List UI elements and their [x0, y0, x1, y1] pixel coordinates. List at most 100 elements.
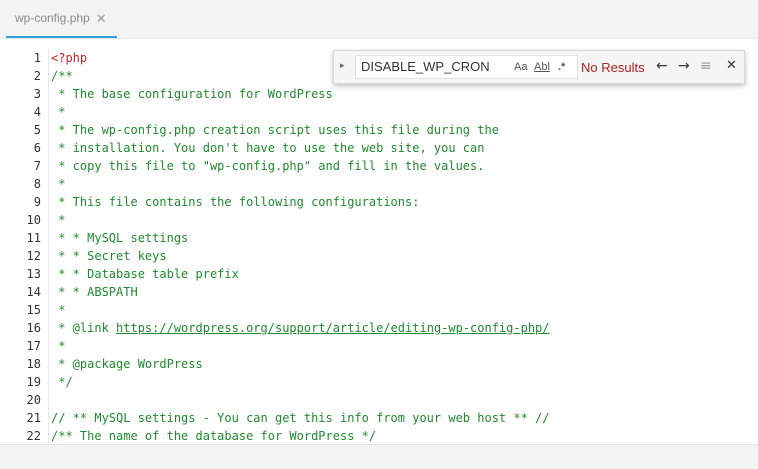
- code-line[interactable]: 10 *: [0, 211, 758, 229]
- gutter-divider: [48, 49, 49, 444]
- status-bar: [0, 444, 758, 469]
- find-in-selection-icon[interactable]: ≡: [700, 58, 712, 74]
- code-text: * * Secret keys: [51, 247, 167, 265]
- find-widget: ▸ DISABLE_WP_CRON Aa Abl .* No Results ←…: [333, 50, 745, 84]
- code-token: * The base configuration for WordPress: [51, 87, 333, 101]
- code-line[interactable]: 20: [0, 391, 758, 409]
- code-token: *: [51, 303, 66, 317]
- line-number: 16: [26, 321, 41, 335]
- code-line[interactable]: 11 * * MySQL settings: [0, 229, 758, 247]
- whole-word-icon[interactable]: Abl: [534, 61, 550, 73]
- line-number: 18: [26, 357, 41, 371]
- line-number: 3: [33, 87, 41, 101]
- code-line[interactable]: 17 *: [0, 337, 758, 355]
- line-number: 12: [26, 249, 41, 263]
- code-line[interactable]: 16 * @link https://wordpress.org/support…: [0, 319, 758, 337]
- code-text: <?php: [51, 49, 87, 67]
- line-number: 13: [26, 267, 41, 281]
- code-line[interactable]: 19 */: [0, 373, 758, 391]
- line-number: 7: [33, 159, 41, 173]
- code-token: * * Database table prefix: [51, 267, 239, 281]
- code-text: * The base configuration for WordPress: [51, 85, 333, 103]
- code-token: * This file contains the following confi…: [51, 195, 420, 209]
- line-number: 10: [26, 213, 41, 227]
- code-link[interactable]: https://wordpress.org/support/article/ed…: [116, 321, 549, 335]
- code-text: * @link https://wordpress.org/support/ar…: [51, 319, 549, 337]
- line-number: 6: [33, 141, 41, 155]
- line-number: 17: [26, 339, 41, 353]
- line-number: 20: [26, 393, 41, 407]
- code-line[interactable]: 22 /** The name of the database for WordP…: [0, 427, 758, 444]
- code-line[interactable]: 7 * copy this file to "wp-config.php" an…: [0, 157, 758, 175]
- tab-close-icon[interactable]: ✕: [96, 12, 107, 25]
- code-line[interactable]: 12 * * Secret keys: [0, 247, 758, 265]
- code-text: *: [51, 175, 65, 193]
- code-line[interactable]: 9 * This file contains the following con…: [0, 193, 758, 211]
- toggle-replace-icon[interactable]: ▸: [340, 60, 345, 71]
- code-token: *: [51, 177, 66, 191]
- match-case-icon[interactable]: Aa: [514, 61, 527, 73]
- line-number: 5: [33, 123, 41, 137]
- code-line[interactable]: 13 * * Database table prefix: [0, 265, 758, 283]
- code-token: * * MySQL settings: [51, 231, 189, 245]
- code-token: // ** MySQL settings - You can get this …: [51, 411, 550, 425]
- code-text: */: [51, 373, 73, 391]
- line-number: 9: [33, 195, 41, 209]
- tab-bar: wp-config.php ✕: [0, 0, 758, 38]
- code-token: *: [51, 213, 66, 227]
- code-text: * * MySQL settings: [51, 229, 188, 247]
- close-find-icon[interactable]: ✕: [726, 58, 737, 73]
- code-text: * * ABSPATH: [51, 283, 138, 301]
- code-token: */: [51, 375, 73, 389]
- code-token: * * Secret keys: [51, 249, 167, 263]
- code-editor[interactable]: 1 <?php 2 /** 3 * The base configuration for…: [0, 49, 758, 444]
- code-token: /**: [51, 69, 73, 83]
- previous-match-icon[interactable]: ←: [656, 58, 668, 74]
- line-number: 2: [33, 69, 41, 83]
- line-number: 21: [26, 411, 41, 425]
- code-token: /** The name of the database for WordPre…: [51, 429, 377, 443]
- code-token: * @link: [51, 321, 117, 335]
- code-text: * * Database table prefix: [51, 265, 239, 283]
- code-text: // ** MySQL settings - You can get this …: [51, 409, 550, 427]
- tab-wp-config[interactable]: wp-config.php ✕: [6, 0, 117, 38]
- code-line[interactable]: 3 * The base configuration for WordPress: [0, 85, 758, 103]
- code-text: *: [51, 103, 65, 121]
- code-text: /** The name of the database for WordPre…: [51, 427, 376, 444]
- code-text: * The wp-config.php creation script uses…: [51, 121, 499, 139]
- code-line[interactable]: 15 *: [0, 301, 758, 319]
- code-text: * This file contains the following confi…: [51, 193, 419, 211]
- line-number: 8: [33, 177, 41, 191]
- code-text: *: [51, 211, 65, 229]
- next-match-icon[interactable]: →: [678, 58, 690, 74]
- code-text: * installation. You don't have to use th…: [51, 139, 484, 157]
- find-status: No Results: [581, 60, 645, 75]
- line-number: 11: [26, 231, 41, 245]
- code-token: * * ABSPATH: [51, 285, 138, 299]
- code-token: * The wp-config.php creation script uses…: [51, 123, 499, 137]
- code-text: * copy this file to "wp-config.php" and …: [51, 157, 484, 175]
- code-line[interactable]: 21 // ** MySQL settings - You can get thi…: [0, 409, 758, 427]
- code-token: * copy this file to "wp-config.php" and …: [51, 159, 485, 173]
- code-line[interactable]: 8 *: [0, 175, 758, 193]
- code-token: * installation. You don't have to use th…: [51, 141, 485, 155]
- code-line[interactable]: 6 * installation. You don't have to use …: [0, 139, 758, 157]
- code-text: *: [51, 301, 65, 319]
- line-number: 19: [26, 375, 41, 389]
- code-line[interactable]: 14 * * ABSPATH: [0, 283, 758, 301]
- code-line[interactable]: 18 * @package WordPress: [0, 355, 758, 373]
- code-line[interactable]: 4 *: [0, 103, 758, 121]
- code-token: <?php: [51, 51, 88, 65]
- tab-divider: [0, 38, 758, 39]
- code-text: /**: [51, 67, 73, 85]
- code-token: *: [51, 105, 66, 119]
- line-number: 14: [26, 285, 41, 299]
- regex-icon[interactable]: .*: [558, 61, 565, 73]
- code-line[interactable]: 5 * The wp-config.php creation script us…: [0, 121, 758, 139]
- line-number: 1: [33, 51, 41, 65]
- code-token: * @package WordPress: [51, 357, 203, 371]
- code-text: * @package WordPress: [51, 355, 203, 373]
- code-text: *: [51, 337, 65, 355]
- line-number: 4: [33, 105, 41, 119]
- code-token: *: [51, 339, 66, 353]
